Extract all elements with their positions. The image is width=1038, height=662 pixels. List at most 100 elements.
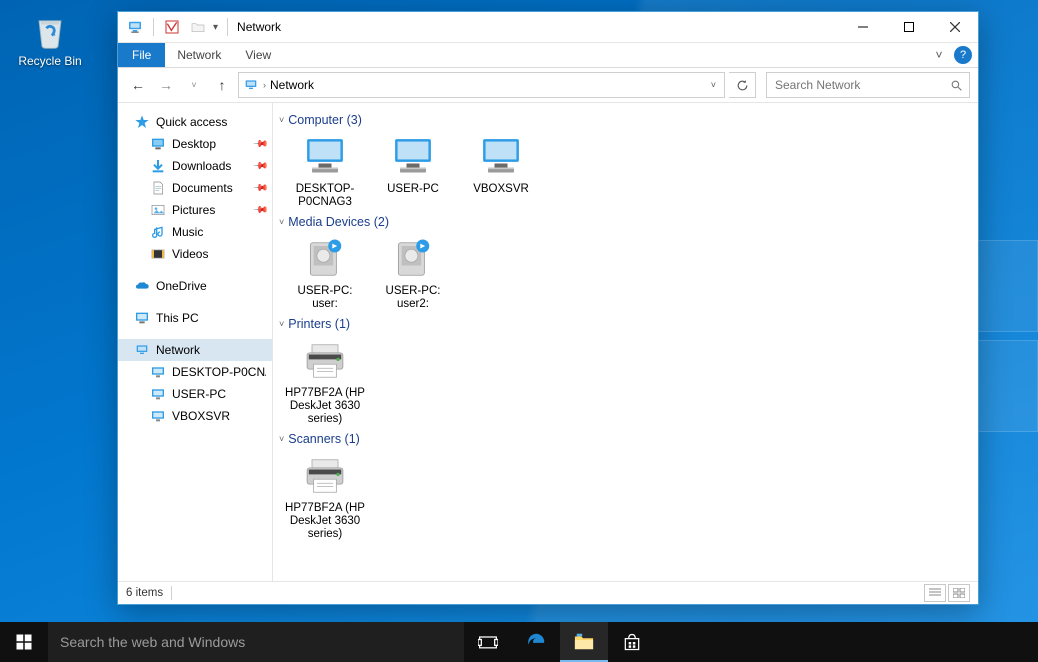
nav-up-button[interactable]: ↑	[210, 73, 234, 97]
star-icon	[134, 114, 150, 130]
qat-customize-icon[interactable]: ▾	[213, 22, 218, 33]
desktop-icon-recycle-bin[interactable]: Recycle Bin	[12, 8, 88, 68]
printer-icon	[299, 452, 351, 500]
sidebar-network[interactable]: Network	[118, 339, 272, 361]
sidebar-label: Music	[172, 225, 203, 239]
item-label: HP77BF2A (HP DeskJet 3630 series)	[285, 502, 365, 541]
computer-icon	[299, 133, 351, 181]
sidebar-item-documents[interactable]: Documents📌	[118, 177, 272, 199]
taskbar-store[interactable]	[608, 622, 656, 662]
breadcrumb-network[interactable]: Network	[270, 78, 314, 92]
pin-icon: 📌	[251, 202, 268, 219]
ribbon-tab-network[interactable]: Network	[165, 43, 233, 67]
taskbar-edge[interactable]	[512, 622, 560, 662]
status-item-count: 6 items	[126, 587, 163, 599]
chevron-right-icon[interactable]: ›	[263, 80, 266, 90]
network-item[interactable]: HP77BF2A (HP DeskJet 3630 series)	[285, 452, 365, 541]
chevron-down-icon: ˅	[279, 434, 284, 444]
minimize-button[interactable]	[840, 12, 886, 42]
network-item[interactable]: USER-PC	[373, 133, 453, 209]
task-view-button[interactable]	[464, 622, 512, 662]
address-dropdown-icon[interactable]: ˅	[707, 80, 720, 90]
pin-icon: 📌	[251, 136, 268, 153]
recycle-bin-label: Recycle Bin	[12, 54, 88, 68]
start-button[interactable]	[0, 622, 48, 662]
group-header[interactable]: ˅Media Devices (2)	[277, 209, 968, 235]
taskbar-search[interactable]: Search the web and Windows	[48, 622, 464, 662]
qat-properties-icon[interactable]	[161, 16, 183, 38]
media-icon	[299, 235, 351, 283]
qat-newfolder-icon[interactable]	[187, 16, 209, 38]
sidebar-label: Quick access	[156, 115, 227, 129]
sidebar-network-child[interactable]: VBOXSVR	[118, 405, 272, 427]
network-icon	[134, 342, 150, 358]
group-header[interactable]: ˅Printers (1)	[277, 311, 968, 337]
nav-back-button[interactable]: ←	[126, 73, 150, 97]
videos-icon	[150, 246, 166, 262]
search-box[interactable]	[766, 72, 970, 98]
network-item[interactable]: USER-PC: user2:	[373, 235, 453, 311]
content-pane[interactable]: ˅Computer (3)DESKTOP-P0CNAG3USER-PCVBOXS…	[273, 103, 978, 581]
item-label: VBOXSVR	[461, 183, 541, 196]
sidebar-item-music[interactable]: Music	[118, 221, 272, 243]
sidebar-item-downloads[interactable]: Downloads📌	[118, 155, 272, 177]
navigation-bar: ← → ˅ ↑ › Network ˅	[118, 68, 978, 103]
item-label: USER-PC: user:	[285, 285, 365, 311]
computer-icon	[387, 133, 439, 181]
group-header[interactable]: ˅ Scanners (1)	[277, 426, 968, 452]
desktop-icon	[150, 136, 166, 152]
network-item[interactable]: HP77BF2A (HP DeskJet 3630 series)	[285, 337, 365, 426]
pin-icon: 📌	[251, 158, 268, 175]
sidebar-item-videos[interactable]: Videos	[118, 243, 272, 265]
group-title: Printers (1)	[288, 317, 350, 331]
computer-icon	[150, 386, 166, 402]
search-input[interactable]	[773, 77, 950, 93]
computer-icon	[150, 364, 166, 380]
sidebar-label: Videos	[172, 247, 208, 261]
group-header[interactable]: ˅Computer (3)	[277, 107, 968, 133]
close-button[interactable]	[932, 12, 978, 42]
item-label: USER-PC	[373, 183, 453, 196]
refresh-button[interactable]	[729, 72, 756, 98]
nav-recent-icon[interactable]: ˅	[182, 73, 206, 97]
sidebar-network-child[interactable]: DESKTOP-P0CNAG3	[118, 361, 272, 383]
sidebar-onedrive[interactable]: OneDrive	[118, 275, 272, 297]
network-item[interactable]: VBOXSVR	[461, 133, 541, 209]
ribbon-tab-view[interactable]: View	[233, 43, 283, 67]
network-item[interactable]: USER-PC: user:	[285, 235, 365, 311]
search-icon[interactable]	[950, 79, 963, 92]
view-details-button[interactable]	[924, 584, 946, 602]
sidebar-label: Desktop	[172, 137, 216, 151]
sidebar-network-child[interactable]: USER-PC	[118, 383, 272, 405]
status-bar: 6 items	[118, 581, 978, 604]
address-bar[interactable]: › Network ˅	[238, 72, 725, 98]
sidebar-item-desktop[interactable]: Desktop 📌	[118, 133, 272, 155]
nav-forward-button[interactable]: →	[154, 73, 178, 97]
network-item[interactable]: DESKTOP-P0CNAG3	[285, 133, 365, 209]
sidebar-item-pictures[interactable]: Pictures📌	[118, 199, 272, 221]
group-title: Scanners (1)	[288, 432, 360, 446]
printer-icon	[299, 337, 351, 385]
navigation-pane: Quick access Desktop 📌 Downloads📌 Documen…	[118, 103, 273, 581]
ribbon-expand-icon[interactable]: ˅	[926, 43, 952, 67]
group-title: Computer (3)	[288, 113, 362, 127]
sidebar-this-pc[interactable]: This PC	[118, 307, 272, 329]
maximize-button[interactable]	[886, 12, 932, 42]
onedrive-icon	[134, 278, 150, 294]
ribbon-tab-file[interactable]: File	[118, 43, 165, 67]
window-title: Network	[237, 20, 281, 34]
item-label: DESKTOP-P0CNAG3	[285, 183, 365, 209]
taskbar-explorer[interactable]	[560, 622, 608, 662]
view-large-button[interactable]	[948, 584, 970, 602]
sidebar-quick-access[interactable]: Quick access	[118, 111, 272, 133]
titlebar[interactable]: ▾ Network	[118, 12, 978, 43]
recycle-bin-icon	[28, 8, 72, 52]
downloads-icon	[150, 158, 166, 174]
help-icon[interactable]: ?	[954, 46, 972, 64]
sidebar-label: Documents	[172, 181, 233, 195]
sidebar-label: This PC	[156, 311, 199, 325]
taskbar-search-placeholder: Search the web and Windows	[60, 634, 245, 650]
item-label: USER-PC: user2:	[373, 285, 453, 311]
item-label: HP77BF2A (HP DeskJet 3630 series)	[285, 387, 365, 426]
qat-network-icon[interactable]	[124, 16, 146, 38]
